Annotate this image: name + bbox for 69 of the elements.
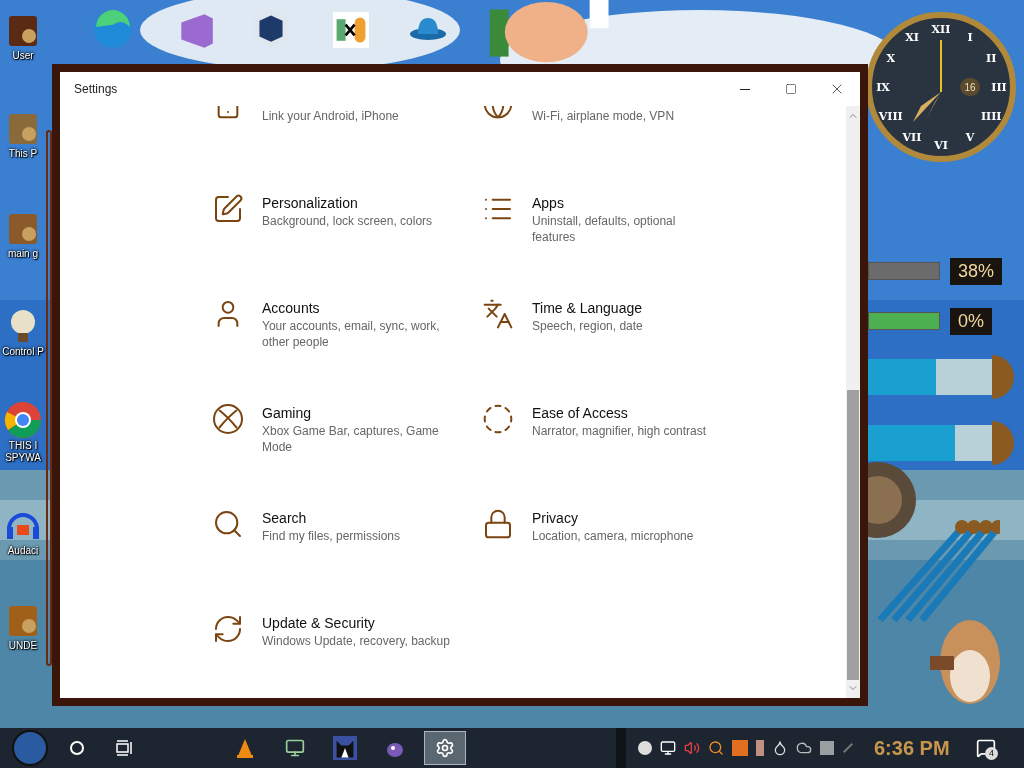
- notifications-icon[interactable]: [976, 738, 996, 758]
- tile-description: Wi-Fi, airplane mode, VPN: [532, 108, 676, 124]
- refresh-icon: [212, 613, 244, 645]
- clock-numeral: VII: [902, 131, 922, 143]
- tile-title[interactable]: Gaming: [262, 403, 452, 423]
- tile-description: Background, lock screen, colors: [262, 213, 434, 229]
- network-icon[interactable]: [660, 740, 676, 756]
- monitor-icon: [285, 738, 305, 758]
- tile-description: Your accounts, email, sync, work, other people: [262, 318, 441, 350]
- tile-description: Uninstall, defaults, optional features: [532, 213, 677, 245]
- clock-numeral: III: [991, 81, 1007, 93]
- clock-numeral: VIII: [878, 110, 903, 122]
- desktop-icon-label[interactable]: THIS I SPYWA: [0, 440, 46, 464]
- clock-numeral: X: [886, 52, 896, 64]
- maximize-icon: [785, 83, 797, 95]
- desktop-icon-label[interactable]: UNDE: [0, 640, 46, 652]
- pen-icon: [212, 193, 244, 225]
- meter-reading: 0%: [950, 307, 992, 335]
- droplet-icon[interactable]: [772, 740, 788, 756]
- dashed-circle-icon: [482, 403, 514, 435]
- scrollbar[interactable]: [846, 106, 860, 698]
- tile-title[interactable]: Ease of Access: [532, 403, 722, 423]
- tile-description: Find my files, permissions: [262, 528, 402, 544]
- cat-icon: [333, 736, 357, 760]
- taskbar-app[interactable]: [424, 731, 466, 765]
- clock-numeral: XI: [905, 31, 919, 43]
- clock-numeral: V: [965, 131, 975, 143]
- tile-title[interactable]: Search: [262, 508, 452, 528]
- clock-numeral: IIII: [980, 110, 1002, 122]
- tile-title[interactable]: Update & Security: [262, 613, 452, 633]
- tile-title[interactable]: Time & Language: [532, 298, 722, 318]
- task-view-icon[interactable]: [116, 740, 134, 756]
- tile-title[interactable]: Privacy: [532, 508, 722, 528]
- desktop-icon-label[interactable]: main g: [0, 248, 46, 260]
- xbox-icon: [212, 403, 244, 435]
- magnifier-icon[interactable]: [708, 740, 724, 756]
- cloud-icon[interactable]: [796, 740, 812, 756]
- date-label: 16: [960, 78, 980, 96]
- tile-description: Windows Update, recovery, backup: [262, 633, 451, 649]
- scroll-thumb[interactable]: [847, 390, 859, 680]
- clock-numeral: I: [967, 31, 973, 43]
- desktop-icon-label[interactable]: User: [0, 50, 46, 62]
- desktop-icon-label[interactable]: This P: [0, 148, 46, 160]
- notification-count: 4: [985, 747, 998, 760]
- tile-title[interactable]: Accounts: [262, 298, 452, 318]
- tile-description: Link your Android, iPhone: [262, 108, 400, 124]
- meter-reading: 38%: [950, 257, 1003, 285]
- settings-icon: [435, 738, 455, 758]
- search-icon: [212, 508, 244, 540]
- tile-title[interactable]: Apps: [532, 193, 722, 213]
- tile-description: Xbox Game Bar, captures, Game Mode: [262, 423, 440, 455]
- tile-description: Speech, region, date: [532, 318, 644, 334]
- start-button[interactable]: [12, 730, 48, 766]
- clock-numeral: IX: [876, 81, 890, 93]
- desktop-icon-label[interactable]: Control P: [0, 346, 46, 358]
- window-title: Settings: [74, 81, 118, 98]
- tile-description: Location, camera, microphone: [532, 528, 695, 544]
- cone-icon: [235, 738, 255, 758]
- minimize-icon: [740, 88, 750, 90]
- browser-icon[interactable]: [3, 400, 43, 440]
- language-icon: [482, 298, 514, 330]
- clock-numeral: II: [986, 52, 997, 64]
- clock-time[interactable]: 6:36 PM: [874, 736, 950, 760]
- tile-description: Narrator, magnifier, high contrast: [532, 423, 708, 439]
- tile-title[interactable]: Personalization: [262, 193, 452, 213]
- clock-numeral: VI: [934, 139, 948, 151]
- clock-numeral: XII: [931, 23, 951, 35]
- lock-icon: [482, 508, 514, 540]
- taskbar-separator: [616, 728, 626, 768]
